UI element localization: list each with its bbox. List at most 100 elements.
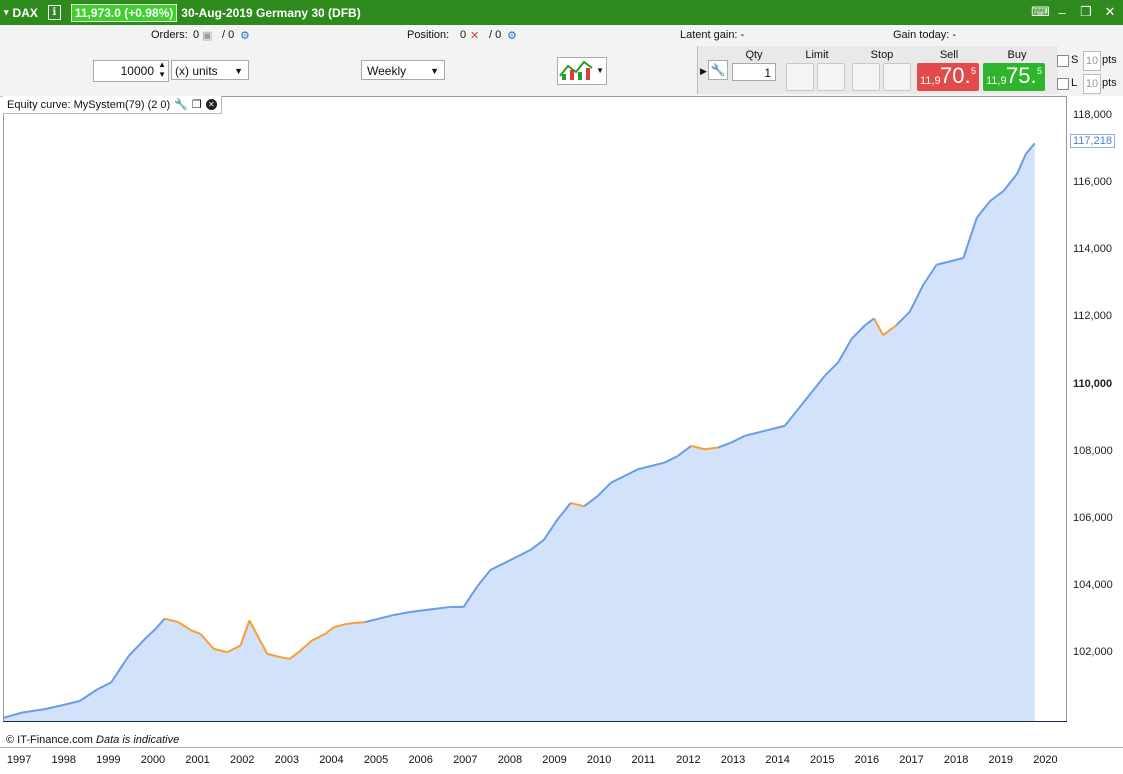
stop-label: Stop [870, 49, 894, 61]
timeframe-value: Weekly [367, 64, 407, 78]
y-axis[interactable]: 118,000 116,000 114,000 112,000 110,000 108,0… [1067, 96, 1123, 722]
x-tick-label: 2015 [810, 754, 835, 766]
sell-label: Sell [939, 49, 959, 61]
title-bar: ▾ DAX i 11,973.0 (+0.98%) 30-Aug-2019 Ge… [0, 0, 1123, 25]
y-tick-label: 114,000 [1073, 243, 1112, 256]
stop-loss-label: S [1071, 54, 1079, 66]
limit-checkbox[interactable] [1057, 78, 1069, 90]
stop-loss-pts-value: 10 [1085, 55, 1099, 67]
x-tick-label: 2000 [140, 754, 166, 766]
quantity-value: 10000 [120, 64, 154, 78]
sell-price-small: 11,9 [920, 75, 941, 87]
indicator-label: Equity curve: MySystem(79) (2 0) [7, 98, 171, 111]
equity-area [4, 143, 1035, 721]
keyboard-icon[interactable]: ⌨ [1031, 4, 1050, 20]
timeframe-select[interactable]: Weekly ▼ [361, 60, 445, 80]
order-panel: ▶ 🔧 Qty 1 Limit Stop Sell 11,9 70. 5 Buy… [697, 46, 1058, 94]
x-tick-label: 1998 [51, 754, 76, 766]
x-tick-label: 2020 [1033, 754, 1058, 766]
y-tick-label: 104,000 [1073, 578, 1113, 591]
x-tick-label: 2009 [542, 754, 567, 766]
quantity-stepper-icon[interactable]: ▲ ▼ [158, 60, 166, 80]
x-tick-label: 2010 [586, 754, 612, 766]
wrench-icon[interactable]: 🔧 [708, 60, 728, 80]
stop-loss-checkbox[interactable] [1057, 55, 1069, 67]
position-label: Position: [407, 29, 450, 41]
x-tick-label: 2002 [229, 754, 255, 766]
buy-price-sup: 5 [1037, 66, 1043, 76]
orders-cancel-icon[interactable]: ▣ [202, 29, 212, 42]
position-total: / 0 [489, 29, 502, 41]
limit-buy-button[interactable] [817, 63, 845, 91]
x-tick-label: 2003 [274, 754, 300, 766]
limit-sell-button[interactable] [786, 63, 814, 91]
dropdown-arrow-icon[interactable]: ▾ [4, 7, 9, 18]
x-tick-label: 2018 [943, 754, 969, 766]
stop-loss-pts-label: pts [1102, 54, 1117, 66]
gain-today: Gain today: - [893, 29, 956, 41]
close-indicator-icon[interactable]: ✕ [205, 99, 217, 110]
limit-label-l: L [1071, 77, 1078, 89]
limit-pts-input[interactable]: 10 [1083, 74, 1101, 94]
backtest-icon [559, 60, 593, 80]
y-tick-label: 118,000 [1073, 109, 1112, 122]
toolbar-row: 10000 ▲ ▼ (x) units ▼ Weekly ▼ ▼ ▶ 🔧 Qty … [0, 46, 1123, 97]
x-axis[interactable]: 1997 1998 1999 2000 2001 2002 2003 2004 2005 2006… [0, 747, 1067, 774]
x-tick-label: 2001 [185, 754, 210, 766]
stop-buy-button[interactable] [883, 63, 911, 91]
chevron-down-icon: ▼ [596, 66, 604, 75]
x-tick-label: 2006 [408, 754, 433, 766]
info-icon[interactable]: i [47, 5, 61, 20]
sell-price-sup: 5 [971, 66, 977, 76]
orders-label: Orders: [151, 29, 188, 41]
y-tick-label: 102,000 [1073, 645, 1113, 658]
y-tick-label: 108,000 [1073, 444, 1113, 457]
quantity-input[interactable]: 10000 ▲ ▼ [93, 60, 169, 82]
x-tick-label: 2005 [363, 754, 389, 766]
last-value-label: 117,218 [1070, 134, 1115, 149]
indicator-header: Equity curve: MySystem(79) (2 0) 🔧 ❐ ✕ [3, 96, 222, 114]
x-tick-label: 2013 [720, 754, 746, 766]
chart-baseline [3, 721, 1067, 722]
qty-input[interactable]: 1 [732, 63, 776, 81]
price-change-badge: 11,973.0 (+0.98%) [70, 3, 178, 22]
orders-settings-icon[interactable]: ⚙ [240, 29, 250, 42]
chart-area[interactable] [3, 96, 1067, 722]
chevron-down-icon: ▼ [430, 66, 439, 76]
x-tick-label: 2014 [765, 754, 790, 766]
footer-credit: © IT-Finance.com [6, 734, 93, 746]
orders-total: / 0 [222, 29, 235, 41]
strategy-button[interactable]: ▼ [557, 57, 607, 85]
instrument-name[interactable]: DAX [13, 6, 38, 20]
position-close-icon[interactable]: ✕ [470, 29, 479, 42]
sell-button[interactable]: 11,9 70. 5 [917, 63, 979, 91]
close-icon[interactable]: ✕ [1103, 4, 1117, 20]
y-tick-label: 112,000 [1073, 310, 1112, 323]
buy-button[interactable]: 11,9 75. 5 [983, 63, 1045, 91]
y-tick-label: 116,000 [1073, 176, 1112, 189]
x-tick-label: 1999 [96, 754, 121, 766]
x-tick-label: 1997 [6, 754, 32, 766]
minimize-icon[interactable]: – [1055, 5, 1069, 20]
stop-loss-pts-input[interactable]: 10 [1083, 51, 1101, 71]
footer-note: © IT-Finance.com Data is indicative [6, 734, 179, 746]
title-left: ▾ DAX i 11,973.0 (+0.98%) 30-Aug-2019 Ge… [4, 3, 361, 22]
sell-price-big: 70. [940, 63, 971, 88]
position-settings-icon[interactable]: ⚙ [507, 29, 517, 42]
buy-price-small: 11,9 [986, 75, 1007, 87]
x-tick-label: 2011 [631, 754, 656, 766]
status-row: Orders: 0 ▣ / 0 ⚙ Position: 0 ✕ / 0 ⚙ La… [0, 25, 1123, 47]
restore-icon[interactable]: ❐ [1079, 4, 1093, 20]
instrument-description: 30-Aug-2019 Germany 30 (DFB) [181, 5, 361, 20]
panel-expand-icon[interactable]: ▶ [700, 66, 707, 77]
x-axis-corner [1067, 747, 1123, 774]
wrench-icon[interactable]: 🔧 [174, 97, 188, 113]
units-select[interactable]: (x) units ▼ [171, 60, 249, 80]
stop-sell-button[interactable] [852, 63, 880, 91]
detach-icon[interactable]: ❐ [192, 97, 202, 113]
qty-label: Qty [745, 49, 763, 61]
limit-label: Limit [805, 49, 829, 61]
x-tick-label: 2004 [319, 754, 344, 766]
x-tick-label: 2019 [988, 754, 1013, 766]
limit-pts-value: 10 [1085, 78, 1099, 90]
